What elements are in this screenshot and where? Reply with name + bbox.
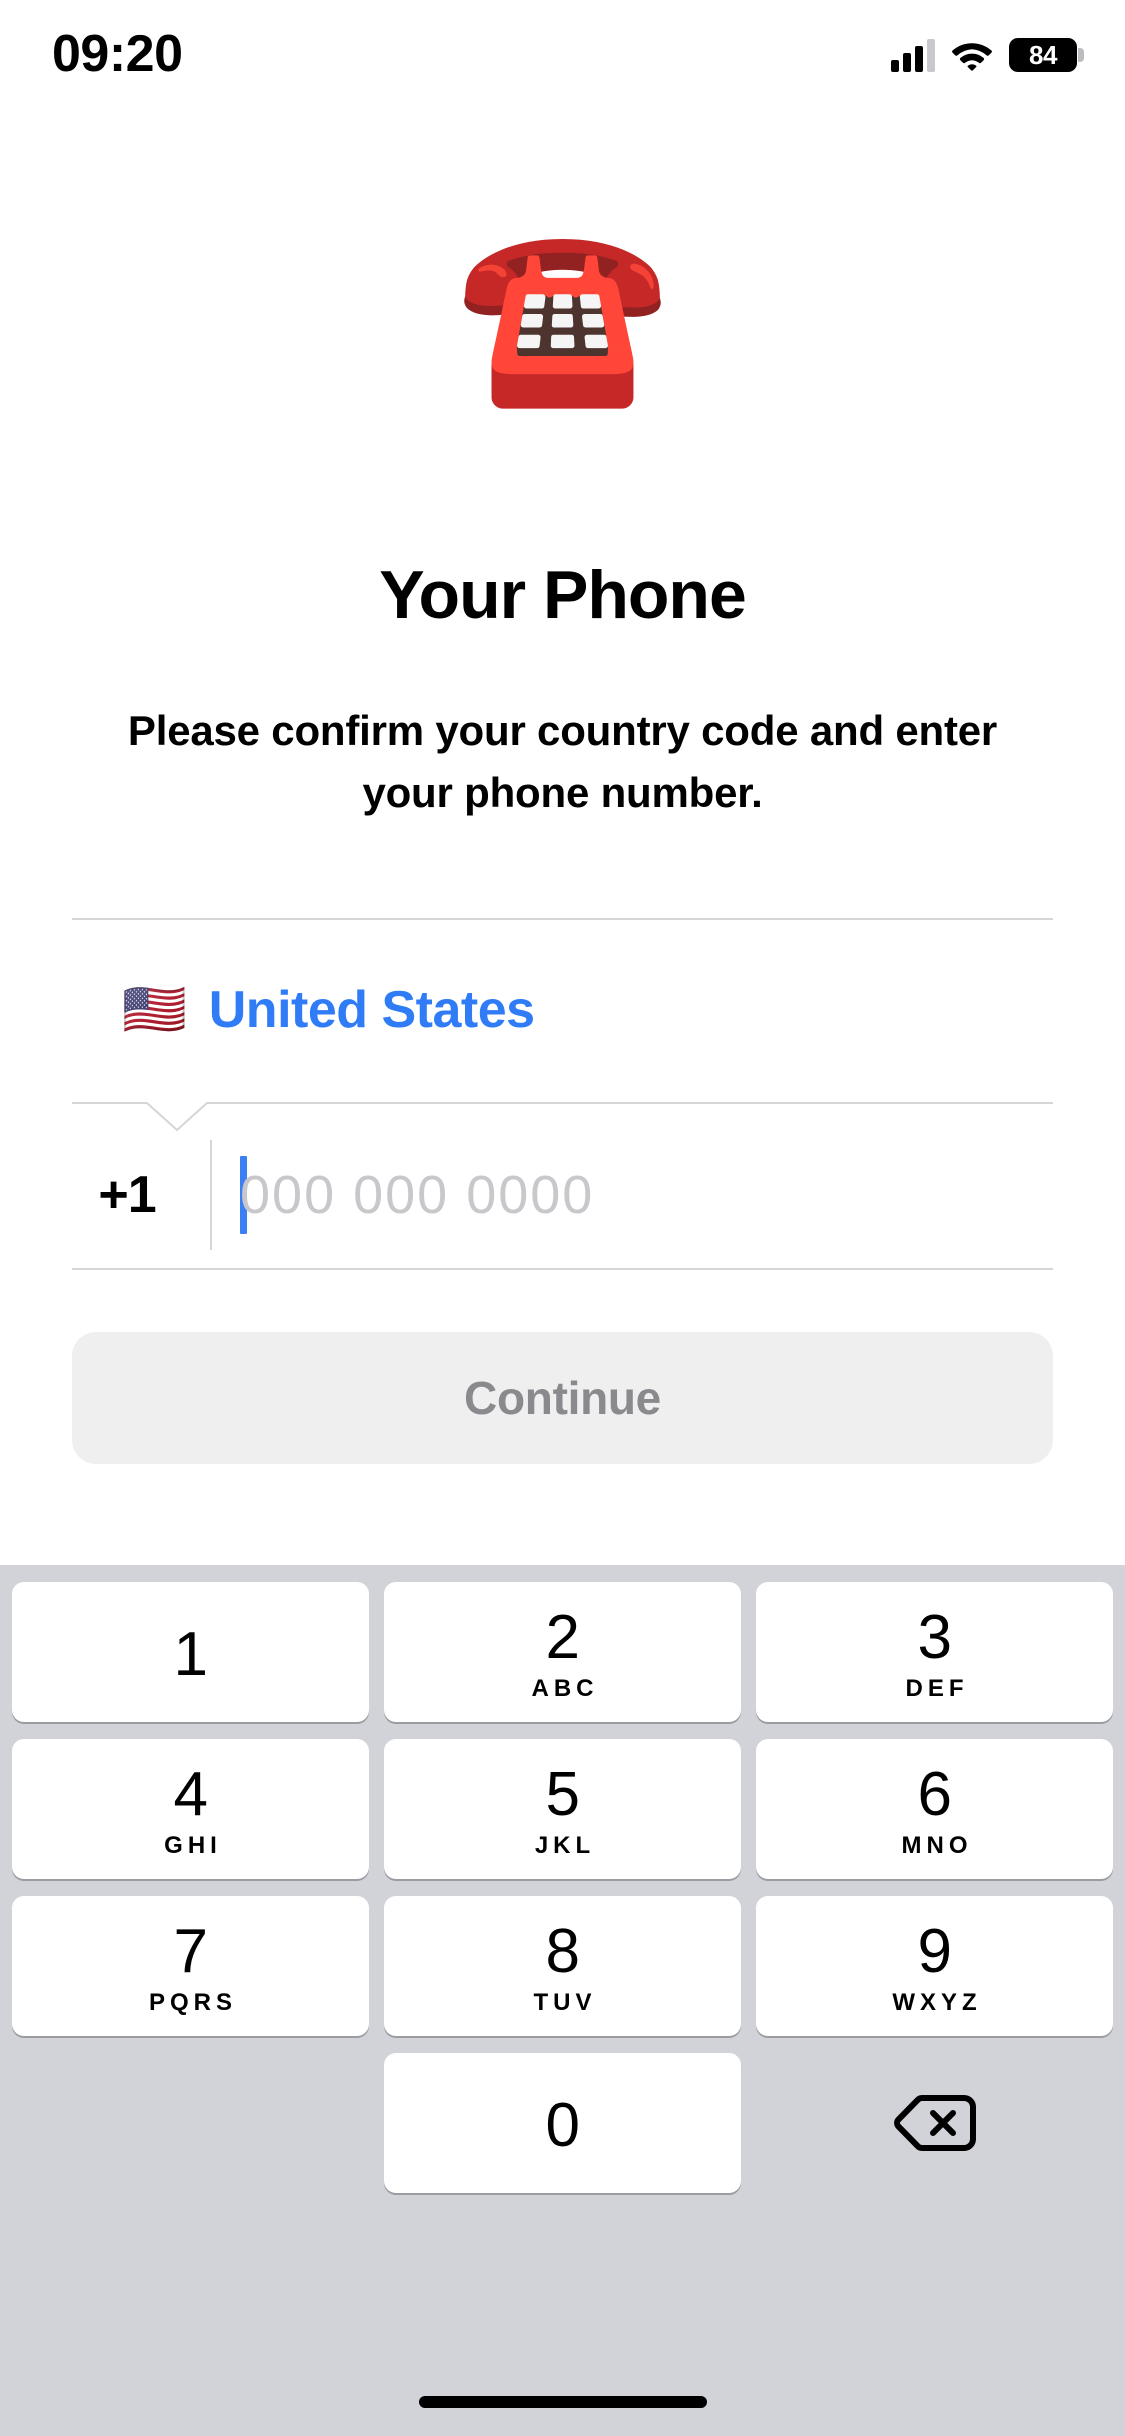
key-letters: MNO [901,1832,973,1859]
key-letters: DEF [905,1675,969,1702]
key-letters: TUV [533,1989,597,2016]
battery-percent-label: 84 [1029,40,1057,70]
key-7[interactable]: 7 PQRS [12,1896,369,2036]
telephone-emoji: ☎️ [455,218,670,410]
page-subtitle: Please confirm your country code and ent… [127,707,998,816]
phone-number-placeholder: 000 000 0000 [240,1165,595,1225]
key-digit: 5 [545,1760,580,1829]
keypad-grid: 1 2 ABC 3 DEF 4 GHI 5 JKL 6 MNO 7 PQRS 8… [0,1582,1125,2193]
divider-with-notch [72,1085,1053,1133]
numeric-keypad: 1 2 ABC 3 DEF 4 GHI 5 JKL 6 MNO 7 PQRS 8… [0,1565,1125,2436]
flag-united-states-icon: 🇺🇸 [122,981,187,1039]
continue-button[interactable]: Continue [72,1332,1053,1464]
keypad-spacer [12,2053,369,2193]
key-letters: JKL [534,1832,596,1859]
key-digit: 2 [545,1603,580,1672]
keypad-row: 1 2 ABC 3 DEF [0,1582,1125,1722]
key-5[interactable]: 5 JKL [384,1739,741,1879]
phone-number-input[interactable]: 000 000 0000 [212,1140,1053,1250]
key-digit: 3 [917,1603,952,1672]
key-2[interactable]: 2 ABC [384,1582,741,1722]
wifi-icon [951,39,993,71]
key-digit: 1 [173,1620,208,1689]
status-bar-indicators: 84 [891,28,1084,82]
key-letters: WXYZ [892,1989,982,2016]
divider-below-phone [72,1268,1053,1270]
key-digit: 9 [917,1917,952,1986]
home-indicator [418,2396,707,2408]
battery-icon: 84 [1009,38,1084,72]
cellular-signal-icon [891,38,935,72]
key-9[interactable]: 9 WXYZ [756,1896,1113,2036]
key-8[interactable]: 8 TUV [384,1896,741,2036]
status-bar: 09:20 84 [0,0,1125,132]
key-4[interactable]: 4 GHI [12,1739,369,1879]
phone-screen: 09:20 84 ☎️ Your Phone Please confirm yo… [0,0,1125,2436]
key-6[interactable]: 6 MNO [756,1739,1113,1879]
key-3[interactable]: 3 DEF [756,1582,1113,1722]
key-1[interactable]: 1 [12,1582,369,1722]
key-0[interactable]: 0 [384,2053,741,2193]
key-letters: PQRS [148,1989,237,2016]
key-letters: ABC [531,1675,599,1702]
keypad-row: 0 [0,2053,1125,2193]
divider-above-country [72,918,1053,920]
dial-code-label: +1 [98,1166,156,1224]
key-digit: 6 [917,1760,952,1829]
key-digit: 4 [173,1760,208,1829]
country-selector[interactable]: 🇺🇸 United States [72,955,1053,1065]
page-title: Your Phone [379,557,747,633]
keypad-row: 7 PQRS 8 TUV 9 WXYZ [0,1896,1125,2036]
backspace-delete-icon[interactable] [756,2053,1113,2193]
country-name-label: United States [208,981,535,1039]
key-digit: 7 [173,1917,208,1986]
keypad-row: 4 GHI 5 JKL 6 MNO [0,1739,1125,1879]
key-digit: 0 [545,2091,580,2160]
phone-number-row[interactable]: +1 000 000 0000 [72,1140,1053,1250]
key-letters: GHI [164,1832,222,1859]
key-digit: 8 [545,1917,580,1986]
status-bar-clock: 09:20 [52,25,183,83]
